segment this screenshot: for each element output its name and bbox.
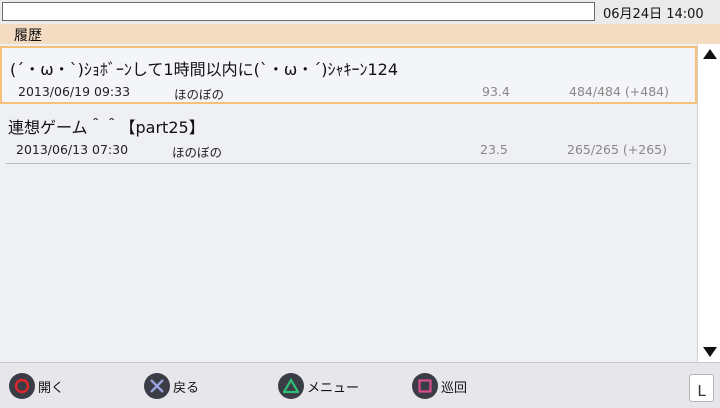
history-list: (´・ω・`)ｼｮﾎﾞｰﾝして1時間以内に(`・ω・´)ｼｬｷｰﾝ124 201… [0,44,697,362]
triangle-button-icon [278,373,304,399]
scroll-up-arrow-icon[interactable] [698,44,720,64]
thread-row[interactable]: 連想ゲーム＾＾【part25】 2013/06/13 07:30 ほのぼの 23… [0,106,697,164]
row-divider [6,163,691,164]
back-button[interactable]: 戻る [144,373,199,399]
open-label: 開く [38,380,65,396]
thread-title: 連想ゲーム＾＾【part25】 [8,118,205,137]
l-shoulder-button[interactable]: L [689,374,714,402]
thread-board: ほのぼの [174,87,225,102]
open-button[interactable]: 開く [9,373,64,399]
thread-momentum: 93.4 [482,84,510,99]
clock: 06月24日 14:00 [603,7,704,22]
thread-momentum: 23.5 [480,142,508,157]
scrollbar[interactable] [697,44,720,362]
patrol-label: 巡回 [441,380,468,396]
square-button-icon [412,373,438,399]
thread-count: 484/484 (+484) [569,84,669,99]
back-label: 戻る [173,380,200,396]
cross-button-icon [144,373,170,399]
page-title: 履歴 [14,28,42,44]
bottom-bar: 開く 戻る メニュー 巡回 L [0,362,720,408]
menu-button[interactable]: メニュー [278,373,359,399]
menu-label: メニュー [307,380,360,396]
search-input[interactable] [2,2,595,21]
thread-date: 2013/06/13 07:30 [16,142,129,157]
thread-date: 2013/06/19 09:33 [18,84,131,99]
status-bar: 06月24日 14:00 [0,0,720,24]
l-label: L [697,382,706,400]
thread-title: (´・ω・`)ｼｮﾎﾞｰﾝして1時間以内に(`・ω・´)ｼｬｷｰﾝ124 [10,60,399,79]
thread-count: 265/265 (+265) [567,142,667,157]
section-header: 履歴 [0,24,720,44]
circle-button-icon [9,373,35,399]
patrol-button[interactable]: 巡回 [412,373,467,399]
thread-board: ほのぼの [172,145,223,160]
scroll-down-arrow-icon[interactable] [698,342,720,362]
thread-row[interactable]: (´・ω・`)ｼｮﾎﾞｰﾝして1時間以内に(`・ω・´)ｼｬｷｰﾝ124 201… [0,46,697,104]
